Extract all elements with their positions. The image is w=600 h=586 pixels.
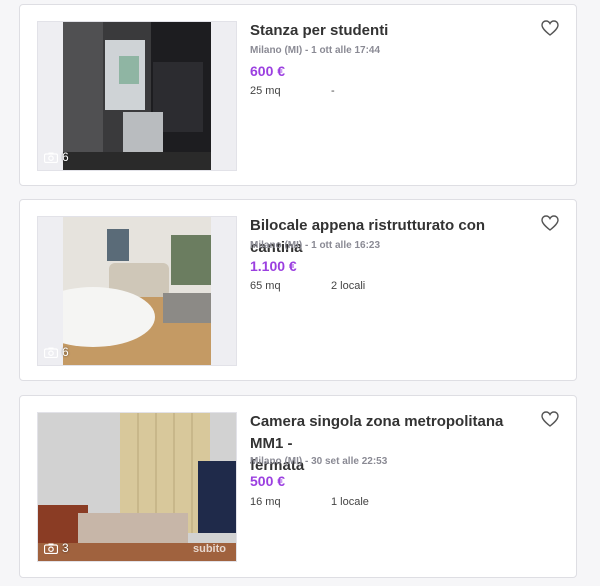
watermark: subito bbox=[193, 543, 226, 555]
listing-price: 1.100 € bbox=[250, 258, 297, 274]
listing-rooms: 2 locali bbox=[331, 280, 366, 292]
listing-card[interactable]: 6 Stanza per studenti Milano (MI) - 1 ot… bbox=[19, 4, 577, 186]
listing-photo bbox=[63, 22, 211, 170]
camera-icon bbox=[44, 152, 58, 163]
listing-location-date: Milano (MI) - 1 ott alle 17:44 bbox=[250, 45, 381, 56]
listing-location-date: Milano (MI) - 1 ott alle 16:23 bbox=[250, 240, 381, 251]
listing-thumbnail[interactable]: 6 bbox=[37, 21, 237, 171]
listing-card[interactable]: 3 subito Camera singola zona metropolita… bbox=[19, 395, 577, 578]
photo-count-badge: 6 bbox=[44, 345, 69, 359]
heart-icon[interactable] bbox=[541, 411, 559, 427]
listing-size: 65 mq bbox=[250, 280, 281, 292]
listing-title[interactable]: Stanza per studenti bbox=[250, 20, 540, 42]
listing-price: 500 € bbox=[250, 473, 286, 489]
heart-icon[interactable] bbox=[541, 215, 559, 231]
listing-thumbnail[interactable]: 6 bbox=[37, 216, 237, 366]
photo-count-badge: 3 bbox=[44, 541, 69, 555]
photo-count: 6 bbox=[62, 150, 69, 164]
listing-photo bbox=[38, 413, 236, 561]
listing-size: 16 mq bbox=[250, 496, 281, 508]
listing-size: 25 mq bbox=[250, 85, 281, 97]
listing-thumbnail[interactable]: 3 subito bbox=[37, 412, 237, 562]
photo-count: 6 bbox=[62, 345, 69, 359]
listing-title-line1: Camera singola zona metropolitana MM1 - bbox=[250, 413, 504, 452]
photo-count: 3 bbox=[62, 541, 69, 555]
listing-title[interactable]: Camera singola zona metropolitana MM1 - … bbox=[250, 411, 540, 477]
listing-price: 600 € bbox=[250, 63, 286, 79]
listing-location-date: Milano (MI) - 30 set alle 22:53 bbox=[250, 456, 388, 467]
listing-card[interactable]: 6 Bilocale appena ristrutturato con cant… bbox=[19, 199, 577, 381]
listing-photo bbox=[63, 217, 211, 365]
listing-rooms: - bbox=[331, 85, 335, 97]
listing-rooms: 1 locale bbox=[331, 496, 369, 508]
heart-icon[interactable] bbox=[541, 20, 559, 36]
photo-count-badge: 6 bbox=[44, 150, 69, 164]
camera-icon bbox=[44, 347, 58, 358]
camera-icon bbox=[44, 543, 58, 554]
listing-title[interactable]: Bilocale appena ristrutturato con cantin… bbox=[250, 215, 540, 259]
